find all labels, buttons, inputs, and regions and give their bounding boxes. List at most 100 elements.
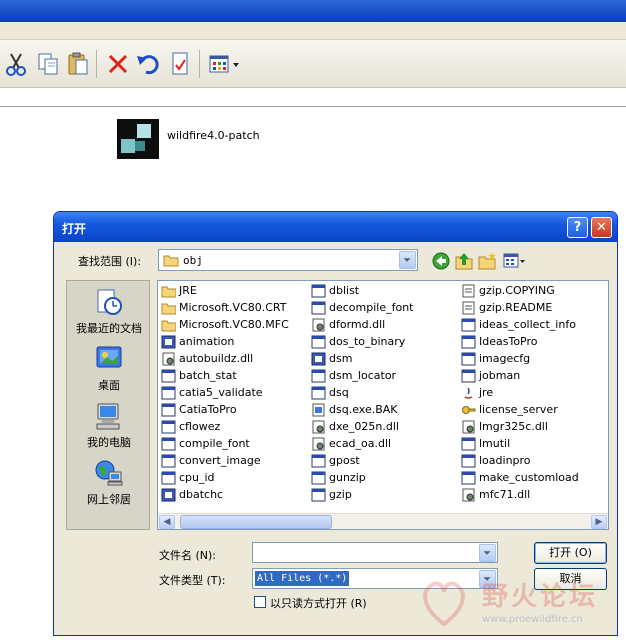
my-computer-icon <box>96 403 120 430</box>
file-item[interactable]: jobman <box>461 368 579 385</box>
horizontal-scrollbar[interactable]: ◀ ▶ <box>158 513 608 529</box>
file-list[interactable]: JRE Microsoft.VC80.CRT Microsoft.VC80.MFC a… <box>157 280 609 530</box>
file-item[interactable]: dsq.exe.BAK <box>311 402 414 419</box>
exe-file-icon <box>311 335 326 349</box>
file-name: jobman <box>479 369 521 382</box>
open-button[interactable]: 打开 (O) <box>534 542 607 564</box>
cancel-button[interactable]: 取消 <box>534 568 607 590</box>
paste-icon[interactable] <box>64 50 92 78</box>
scroll-right-icon[interactable]: ▶ <box>591 515 607 529</box>
help-button[interactable]: ? <box>567 217 588 238</box>
file-thumbnail-icon <box>117 119 159 159</box>
dialog-titlebar[interactable]: 打开 ? ✕ <box>54 212 617 242</box>
readonly-checkbox[interactable] <box>254 596 266 608</box>
file-name: lmgr325c.dll <box>479 420 548 433</box>
up-folder-icon[interactable] <box>455 252 473 270</box>
file-item[interactable]: imagecfg <box>461 351 579 368</box>
dll-file-icon <box>312 437 325 451</box>
file-item[interactable]: gzip.README <box>461 300 579 317</box>
file-item[interactable]: ecad_oa.dll <box>311 436 414 453</box>
close-button[interactable]: ✕ <box>591 217 612 238</box>
file-item[interactable]: dformd.dll <box>311 317 414 334</box>
filename-label: 文件名 (N): <box>159 549 217 562</box>
file-item[interactable]: decompile_font <box>311 300 414 317</box>
file-item[interactable]: dblist <box>311 283 414 300</box>
file-item[interactable]: catia5_validate <box>161 385 289 402</box>
back-icon[interactable] <box>432 252 450 270</box>
file-item[interactable]: cpu_id <box>161 470 289 487</box>
filename-input[interactable] <box>252 542 498 563</box>
scroll-left-icon[interactable]: ◀ <box>159 515 175 529</box>
file-item[interactable]: dxe_025n.dll <box>311 419 414 436</box>
dialog-title: 打开 <box>62 222 87 236</box>
place-label: 桌面 <box>98 379 120 392</box>
filetype-select[interactable]: All Files (*.*) <box>252 568 498 589</box>
file-name: dbatchc <box>179 488 224 501</box>
file-item[interactable]: dbatchc <box>161 487 289 504</box>
place-network[interactable]: 网上邻居 <box>67 458 151 507</box>
file-item[interactable]: convert_image <box>161 453 289 470</box>
file-item[interactable]: dsm <box>311 351 414 368</box>
file-item[interactable]: gzip.COPYING <box>461 283 579 300</box>
file-name: compile_font <box>179 437 250 450</box>
file-item[interactable]: animation <box>161 334 289 351</box>
file-item[interactable]: CatiaToPro <box>161 402 289 419</box>
chevron-down-icon[interactable] <box>479 570 496 588</box>
file-item[interactable]: jre <box>461 385 579 402</box>
file-item[interactable]: Microsoft.VC80.CRT <box>161 300 289 317</box>
background-file-item[interactable]: wildfire4.0-patch <box>117 119 337 159</box>
file-name: gpost <box>329 454 360 467</box>
look-in-label: 查找范围 (I): <box>78 255 142 268</box>
place-desktop[interactable]: 桌面 <box>67 344 151 393</box>
readonly-label: 以只读方式打开 (R) <box>270 597 367 610</box>
copy-icon[interactable] <box>34 50 62 78</box>
file-item[interactable]: loadinpro <box>461 453 579 470</box>
file-name: ecad_oa.dll <box>329 437 392 450</box>
exe-file-icon <box>311 471 326 485</box>
file-item[interactable]: lmgr325c.dll <box>461 419 579 436</box>
file-item[interactable]: make_customload <box>461 470 579 487</box>
file-item[interactable]: gunzip <box>311 470 414 487</box>
file-item[interactable]: mfc71.dll <box>461 487 579 504</box>
look-in-dropdown[interactable]: obj <box>158 249 418 271</box>
scrollbar-thumb[interactable] <box>180 515 332 529</box>
undo-icon[interactable] <box>134 50 162 78</box>
file-item[interactable]: batch_stat <box>161 368 289 385</box>
cut-icon[interactable] <box>2 50 30 78</box>
file-item[interactable]: lmutil <box>461 436 579 453</box>
file-item[interactable]: Microsoft.VC80.MFC <box>161 317 289 334</box>
dll-file-icon <box>462 420 475 434</box>
file-item[interactable]: ideas_collect_info <box>461 317 579 334</box>
file-name: gzip.COPYING <box>479 284 555 297</box>
file-item[interactable]: gzip <box>311 487 414 504</box>
file-item[interactable]: autobuildz.dll <box>161 351 289 368</box>
file-item[interactable]: dos_to_binary <box>311 334 414 351</box>
file-item[interactable]: dsm_locator <box>311 368 414 385</box>
file-item[interactable]: IdeasToPro <box>461 334 579 351</box>
file-item[interactable]: license_server <box>461 402 579 419</box>
explorer-toolbar <box>0 40 626 88</box>
file-item[interactable]: cflowez <box>161 419 289 436</box>
file-item[interactable]: gpost <box>311 453 414 470</box>
exe-file-icon <box>461 335 476 349</box>
java-file-icon <box>464 387 473 399</box>
file-item[interactable]: JRE <box>161 283 289 300</box>
place-recent-documents[interactable]: 我最近的文档 <box>67 287 151 336</box>
file-name: catia5_validate <box>179 386 263 399</box>
chevron-down-icon[interactable] <box>399 251 416 269</box>
views-icon[interactable] <box>206 50 244 78</box>
chevron-down-icon[interactable] <box>479 544 496 562</box>
folder-file-icon <box>161 320 176 332</box>
properties-icon[interactable] <box>166 50 194 78</box>
place-my-computer[interactable]: 我的电脑 <box>67 401 151 450</box>
address-divider <box>0 106 626 107</box>
explorer-titlebar <box>0 0 626 22</box>
delete-icon[interactable] <box>104 50 132 78</box>
view-menu-icon[interactable] <box>503 252 527 270</box>
exe-file-icon <box>161 420 176 434</box>
file-item[interactable]: dsq <box>311 385 414 402</box>
file-name: convert_image <box>179 454 261 467</box>
file-item[interactable]: compile_font <box>161 436 289 453</box>
dll-file-icon <box>312 318 325 332</box>
new-folder-icon[interactable] <box>478 252 496 270</box>
